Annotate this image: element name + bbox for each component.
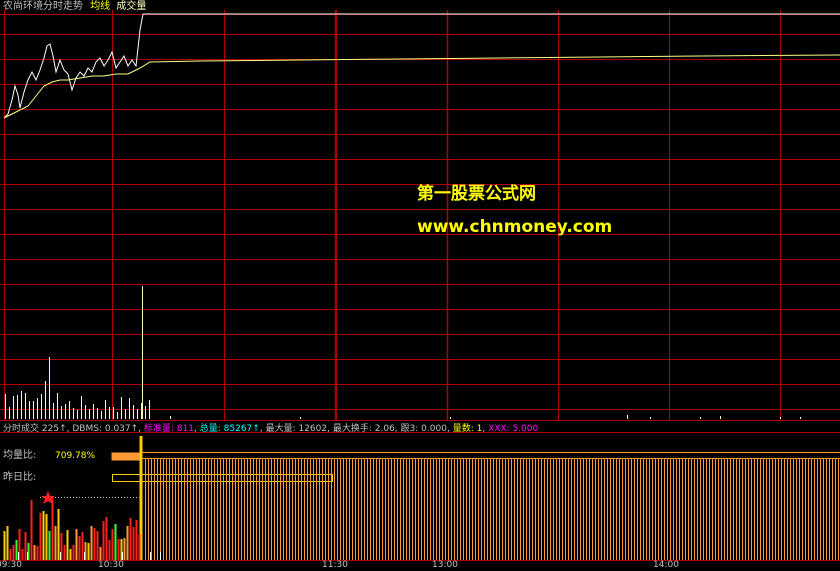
indicator-value: 225↑ [42, 424, 67, 434]
avg-ratio-value: 709.78% [55, 450, 95, 462]
volume-panel [6, 286, 801, 419]
vol-count-value: 量数: 1 [453, 424, 483, 434]
indicator-name: 分时成交 [3, 424, 39, 434]
price-line [4, 14, 840, 118]
xxx-value: XXX: 5.000 [488, 424, 538, 434]
watermark-url: www.chnmoney.com [417, 217, 612, 237]
stock-title: 农尚环境分时走势 [3, 1, 83, 12]
time-label-1030: 10:30 [98, 559, 124, 571]
avg-line-label: 均线 [90, 1, 110, 12]
chart-grid [0, 10, 840, 561]
watermark-title: 第一股票公式网 [417, 184, 536, 204]
avg-ratio-label: 均量比: [3, 450, 36, 462]
time-label-0930: 09:30 [0, 559, 22, 571]
chart-header: 农尚环境分时走势 均线 成交量 [3, 1, 146, 13]
indicator-info-line: 分时成交 225↑, DBMS: 0.037↑, 标准量: 811, 总量: 8… [3, 423, 538, 435]
price-panel [4, 14, 840, 118]
time-label-1300: 13:00 [432, 559, 458, 571]
max-turnover-value: 最大换手: 2.06 [333, 424, 395, 434]
std-volume-value: 标准量: 811 [144, 424, 194, 434]
indicator-panel [5, 436, 840, 560]
dbms-value: DBMS: 0.037↑ [72, 424, 138, 434]
max-volume-value: 最大量: 12602 [266, 424, 328, 434]
avg-ratio-bar [112, 453, 140, 460]
time-label-1400: 14:00 [653, 559, 679, 571]
volume-line-label: 成交量 [116, 1, 146, 12]
trail3-value: 跟3: 0.000 [401, 424, 447, 434]
intraday-chart [0, 0, 840, 568]
total-volume-value: 总量: 85267↑ [200, 424, 260, 434]
time-label-1130: 11:30 [322, 559, 348, 571]
yesterday-ratio-label: 昨日比: [3, 472, 36, 484]
